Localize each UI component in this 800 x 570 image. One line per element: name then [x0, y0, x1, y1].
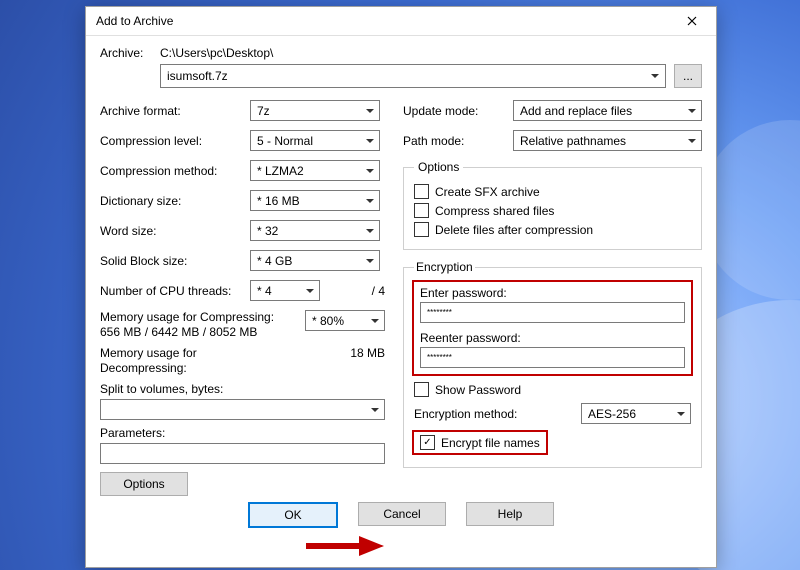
sfx-checkbox[interactable]	[414, 184, 429, 199]
close-icon	[687, 16, 697, 26]
chevron-down-icon	[366, 169, 374, 173]
compression-method-select[interactable]: * LZMA2	[250, 160, 380, 181]
encryption-group: Encryption Enter password: ******** Reen…	[403, 260, 702, 468]
cpu-threads-value: * 4	[257, 284, 272, 298]
reenter-password-label: Reenter password:	[420, 331, 685, 345]
chevron-down-icon	[306, 289, 314, 293]
parameters-label: Parameters:	[100, 426, 385, 440]
chevron-down-icon	[366, 199, 374, 203]
split-label: Split to volumes, bytes:	[100, 382, 385, 396]
mem-compress-value: * 80%	[312, 314, 344, 328]
mem-compress-label: Memory usage for Compressing: 656 MB / 6…	[100, 310, 285, 340]
delete-label: Delete files after compression	[435, 223, 593, 237]
word-size-select[interactable]: * 32	[250, 220, 380, 241]
word-size-value: * 32	[257, 224, 278, 238]
cpu-threads-total: / 4	[372, 284, 385, 298]
options-button[interactable]: Options	[100, 472, 188, 496]
solid-block-select[interactable]: * 4 GB	[250, 250, 380, 271]
chevron-down-icon	[688, 109, 696, 113]
encryption-method-label: Encryption method:	[414, 407, 581, 421]
window-title: Add to Archive	[96, 14, 672, 28]
cancel-label: Cancel	[383, 507, 420, 521]
dictionary-size-value: * 16 MB	[257, 194, 300, 208]
dictionary-size-select[interactable]: * 16 MB	[250, 190, 380, 211]
update-mode-select[interactable]: Add and replace files	[513, 100, 702, 121]
chevron-down-icon	[366, 109, 374, 113]
button-bar: OK Cancel Help	[100, 502, 702, 528]
show-password-label: Show Password	[435, 383, 521, 397]
solid-block-value: * 4 GB	[257, 254, 292, 268]
cancel-button[interactable]: Cancel	[358, 502, 446, 526]
chevron-down-icon	[366, 259, 374, 263]
compression-level-label: Compression level:	[100, 134, 250, 148]
shared-label: Compress shared files	[435, 204, 554, 218]
right-column: Update mode: Add and replace files Path …	[403, 100, 702, 496]
compression-method-value: * LZMA2	[257, 164, 304, 178]
mem-decompress-value: 18 MB	[290, 346, 385, 360]
left-column: Archive format: 7z Compression level: 5 …	[100, 100, 385, 496]
enter-password-label: Enter password:	[420, 286, 685, 300]
delete-checkbox[interactable]	[414, 222, 429, 237]
chevron-down-icon	[371, 319, 379, 323]
sfx-label: Create SFX archive	[435, 185, 540, 199]
encrypt-names-highlight: ✓ Encrypt file names	[414, 432, 546, 453]
titlebar: Add to Archive	[86, 7, 716, 36]
dictionary-size-label: Dictionary size:	[100, 194, 250, 208]
shared-checkbox[interactable]	[414, 203, 429, 218]
add-to-archive-dialog: Add to Archive Archive: C:\Users\pc\Desk…	[85, 6, 717, 568]
path-mode-label: Path mode:	[403, 134, 513, 148]
help-button[interactable]: Help	[466, 502, 554, 526]
archive-format-label: Archive format:	[100, 104, 250, 118]
close-button[interactable]	[672, 9, 712, 33]
reenter-password-input[interactable]: ********	[420, 347, 685, 368]
path-mode-value: Relative pathnames	[520, 134, 626, 148]
encryption-method-value: AES-256	[588, 407, 636, 421]
archive-format-value: 7z	[257, 104, 270, 118]
chevron-down-icon	[677, 412, 685, 416]
options-button-label: Options	[123, 477, 164, 491]
chevron-down-icon	[366, 229, 374, 233]
archive-filename: isumsoft.7z	[167, 69, 228, 83]
archive-path: C:\Users\pc\Desktop\	[160, 46, 273, 60]
update-mode-value: Add and replace files	[520, 104, 632, 118]
compression-method-label: Compression method:	[100, 164, 250, 178]
compression-level-select[interactable]: 5 - Normal	[250, 130, 380, 151]
arrow-annotation	[304, 534, 384, 558]
chevron-down-icon	[366, 139, 374, 143]
password-mask: ********	[427, 308, 452, 317]
archive-label: Archive:	[100, 46, 160, 60]
help-label: Help	[498, 507, 523, 521]
desktop-background: Add to Archive Archive: C:\Users\pc\Desk…	[0, 0, 800, 570]
encryption-legend: Encryption	[414, 260, 475, 274]
chevron-down-icon	[651, 74, 659, 78]
parameters-input[interactable]	[100, 443, 385, 464]
browse-button[interactable]: ...	[674, 64, 702, 88]
enter-password-input[interactable]: ********	[420, 302, 685, 323]
password-highlight: Enter password: ******** Reenter passwor…	[414, 282, 691, 374]
encryption-method-select[interactable]: AES-256	[581, 403, 691, 424]
options-group: Options Create SFX archive Compress shar…	[403, 160, 702, 250]
archive-format-select[interactable]: 7z	[250, 100, 380, 121]
update-mode-label: Update mode:	[403, 104, 513, 118]
mem-compress-select[interactable]: * 80%	[305, 310, 385, 331]
split-select[interactable]	[100, 399, 385, 420]
password-mask-2: ********	[427, 353, 452, 362]
encrypt-names-label: Encrypt file names	[441, 436, 540, 450]
options-legend: Options	[414, 160, 463, 174]
mem-decompress-label: Memory usage for Decompressing:	[100, 346, 285, 376]
word-size-label: Word size:	[100, 224, 250, 238]
show-password-checkbox[interactable]	[414, 382, 429, 397]
ok-label: OK	[284, 508, 301, 522]
archive-filename-select[interactable]: isumsoft.7z	[160, 64, 666, 88]
ok-button[interactable]: OK	[248, 502, 338, 528]
cpu-threads-label: Number of CPU threads:	[100, 284, 250, 298]
compression-level-value: 5 - Normal	[257, 134, 313, 148]
path-mode-select[interactable]: Relative pathnames	[513, 130, 702, 151]
encrypt-names-checkbox[interactable]: ✓	[420, 435, 435, 450]
cpu-threads-select[interactable]: * 4	[250, 280, 320, 301]
chevron-down-icon	[371, 408, 379, 412]
browse-label: ...	[683, 69, 693, 83]
chevron-down-icon	[688, 139, 696, 143]
solid-block-label: Solid Block size:	[100, 254, 250, 268]
